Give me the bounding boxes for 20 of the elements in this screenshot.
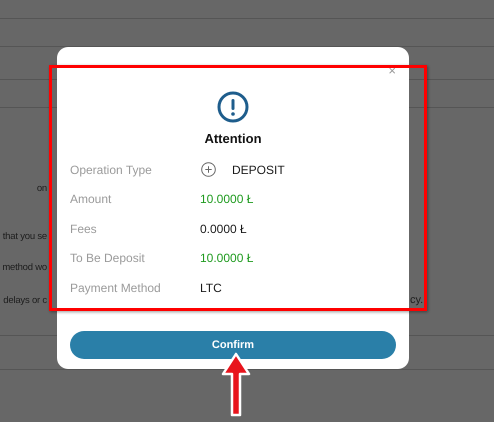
alert-icon (217, 91, 249, 123)
background-text: method wo (1, 262, 47, 272)
field-value: 10.0000 Ł (200, 251, 254, 266)
close-button[interactable]: × (388, 65, 396, 77)
dialog-title: Attention (204, 131, 262, 146)
background-text: delays or c (2, 294, 47, 306)
field-label: Operation Type (70, 162, 153, 177)
background-text: cy. (410, 294, 424, 306)
confirm-button[interactable]: Confirm (70, 330, 396, 358)
field-label: Amount (70, 192, 112, 206)
field-label: Payment Method (70, 280, 162, 295)
field-label: To Be Deposit (70, 251, 146, 266)
field-label: Fees (70, 222, 98, 236)
plus-circle-icon (201, 162, 216, 178)
field-value: DEPOSIT (232, 162, 285, 177)
field-value: 10.0000 Ł (200, 192, 254, 206)
field-value: 0.0000 Ł (200, 222, 247, 236)
background-text: on (36, 182, 47, 194)
field-value: LTC (200, 280, 222, 295)
background-text: that you se (2, 230, 47, 242)
